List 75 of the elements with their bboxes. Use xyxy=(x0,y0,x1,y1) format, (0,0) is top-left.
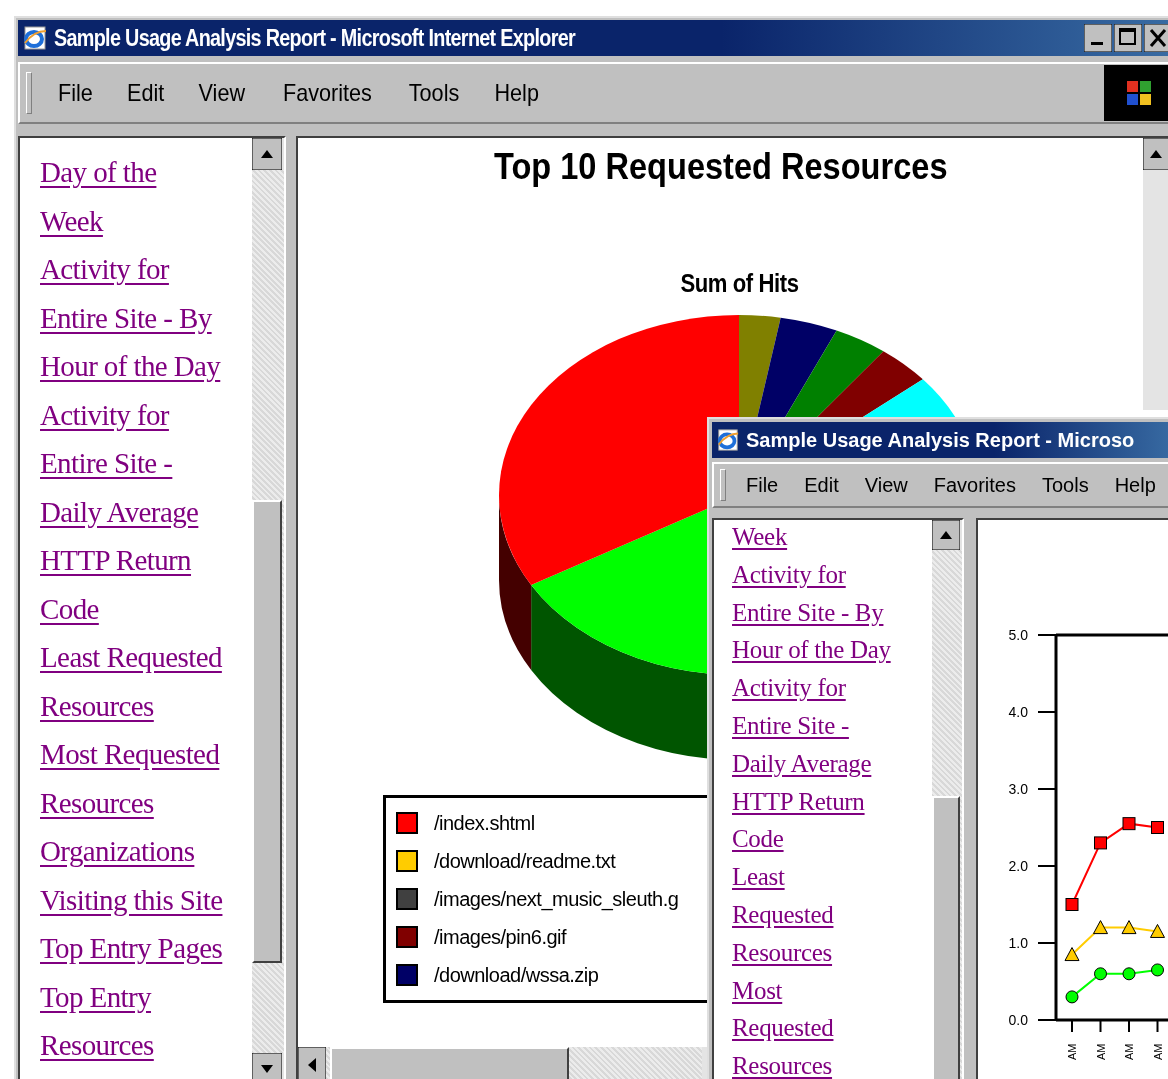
menu-item[interactable]: Favorites xyxy=(933,473,1016,497)
report-link[interactable]: HTTP Return Code xyxy=(732,782,865,859)
axis-label: AM xyxy=(1151,1043,1164,1060)
scroll-up-icon[interactable] xyxy=(1143,138,1168,170)
report-link[interactable]: Least Requested Resources xyxy=(40,633,222,730)
browser-icon xyxy=(716,428,740,452)
menu-item[interactable]: Favorites xyxy=(282,79,372,107)
axis-label: AM xyxy=(1094,1043,1107,1060)
axis-label: AM xyxy=(1123,1043,1135,1060)
report-link[interactable]: Top Entry Resources xyxy=(40,972,154,1070)
legend-label: /images/next_music_sleuth.g xyxy=(434,887,679,911)
tick-label: 0.0 xyxy=(1008,1012,1028,1028)
tick-label: 5.0 xyxy=(1008,627,1028,643)
window-title: Sample Usage Analysis Report - Microso xyxy=(746,428,1135,452)
data-point xyxy=(1065,990,1079,1004)
menu-item[interactable]: Help xyxy=(494,79,540,107)
data-point xyxy=(1151,821,1164,834)
scroll-down-icon[interactable] xyxy=(252,1053,282,1079)
tick-label: 4.0 xyxy=(1008,704,1028,720)
report-link[interactable]: Week xyxy=(732,520,788,556)
horizontal-scrollbar[interactable] xyxy=(298,1047,702,1079)
menu-item[interactable]: File xyxy=(746,473,779,497)
scroll-thumb[interactable] xyxy=(252,500,282,963)
flag-icon xyxy=(1124,78,1154,108)
data-point xyxy=(1065,898,1079,911)
report-link[interactable]: Day of the Week xyxy=(40,148,157,245)
menu-item[interactable]: View xyxy=(198,79,246,107)
report-link[interactable]: Most Requested Resources xyxy=(40,730,220,827)
data-point xyxy=(1064,947,1080,962)
report-link[interactable]: Activity for Entire Site - By Hour of the Day xyxy=(732,555,891,670)
chart-title: Sum of Hits xyxy=(680,268,799,299)
data-point xyxy=(1151,963,1164,977)
scroll-up-icon[interactable] xyxy=(932,520,960,550)
scrollbar[interactable] xyxy=(252,138,284,1079)
menu-item[interactable]: Edit xyxy=(804,473,839,497)
menu-item[interactable]: File xyxy=(57,79,93,107)
scroll-thumb[interactable] xyxy=(932,796,960,1079)
report-title: Top 10 Requested Resources xyxy=(493,146,948,188)
legend-label: /images/pin6.gif xyxy=(434,925,567,949)
report-link[interactable]: Top Entry Pages xyxy=(40,924,223,973)
data-point xyxy=(1122,817,1136,831)
report-link[interactable]: Most Requested Resources xyxy=(732,971,834,1079)
report-link[interactable]: HTTP Return Code xyxy=(40,536,191,633)
scroll-left-icon[interactable] xyxy=(298,1047,326,1079)
scrollbar[interactable] xyxy=(932,520,962,1079)
minimize-icon[interactable] xyxy=(1084,24,1112,52)
window-title: Sample Usage Analysis Report - Microsoft Internet Explorer xyxy=(54,24,576,52)
data-point xyxy=(1121,920,1137,935)
data-point xyxy=(1150,923,1165,938)
axis-label: AM xyxy=(1066,1043,1078,1060)
menu-item[interactable]: Tools xyxy=(1041,473,1089,497)
browser-icon xyxy=(22,25,48,51)
menu-item[interactable]: Edit xyxy=(126,79,164,107)
close-icon[interactable] xyxy=(1144,24,1168,52)
report-link[interactable]: Least Requested Resources xyxy=(732,858,834,972)
data-point xyxy=(1094,836,1107,850)
report-link[interactable]: Activity for Entire Site - Daily Average xyxy=(40,390,199,536)
tick-label: 1.0 xyxy=(1008,935,1028,951)
legend-label: /index.shtml xyxy=(434,811,535,835)
menu-item[interactable]: Help xyxy=(1114,473,1156,497)
tick-label: 3.0 xyxy=(1008,781,1028,797)
data-point xyxy=(1122,967,1136,981)
scroll-up-icon[interactable] xyxy=(252,138,282,170)
report-link[interactable]: Organizations Visiting this Site xyxy=(40,827,223,924)
scroll-thumb[interactable] xyxy=(330,1047,569,1079)
report-link[interactable]: Activity for Entire Site - Daily Average xyxy=(732,669,872,783)
report-link[interactable]: Activity for Entire Site - By Hour of the Day xyxy=(40,245,221,391)
menu-item[interactable]: Tools xyxy=(409,79,460,107)
legend-label: /download/readme.txt xyxy=(434,849,616,873)
legend-label: /download/wssa.zip xyxy=(434,963,599,987)
tick-label: 2.0 xyxy=(1008,858,1028,874)
data-point xyxy=(1093,920,1108,935)
menu-item[interactable]: View xyxy=(864,473,908,497)
maximize-icon[interactable] xyxy=(1114,24,1142,52)
data-point xyxy=(1094,967,1107,981)
